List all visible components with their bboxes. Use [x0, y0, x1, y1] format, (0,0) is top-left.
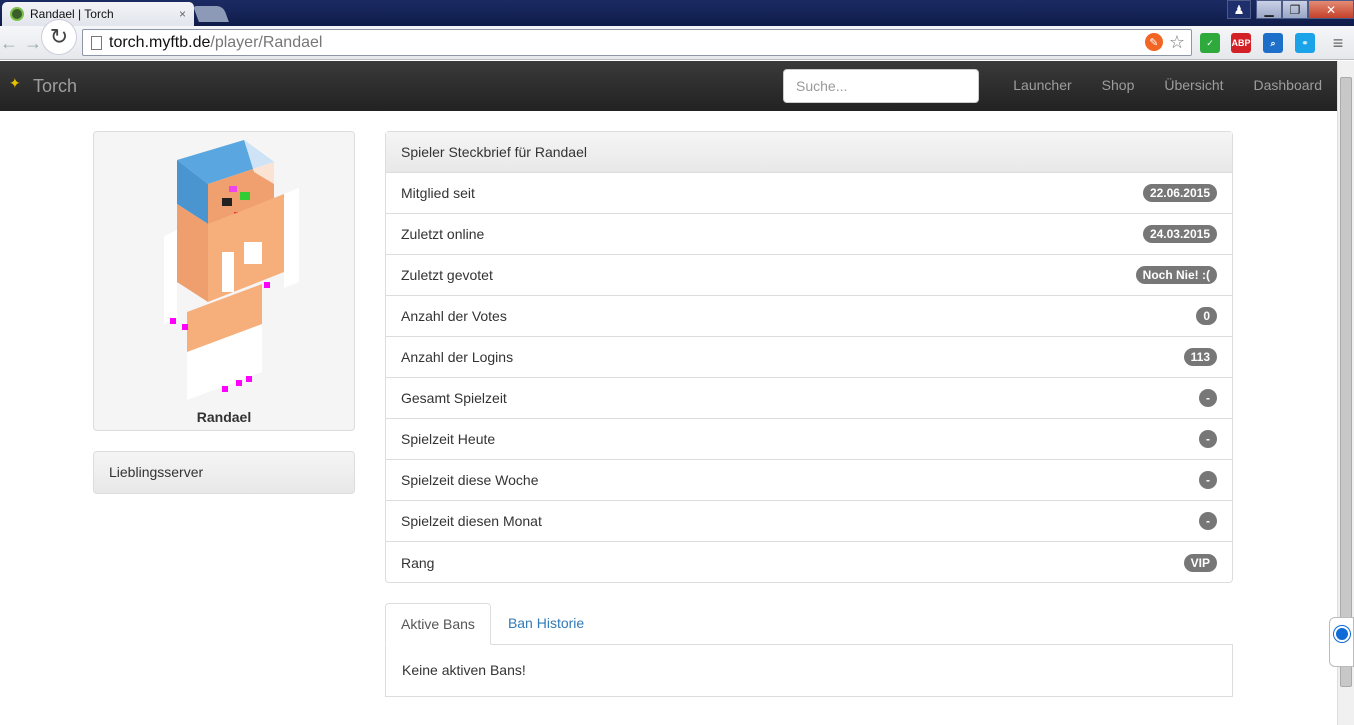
nav-link-dashboard[interactable]: Dashboard — [1254, 77, 1323, 93]
profile-row-label: Mitglied seit — [401, 185, 475, 201]
profile-row: Spielzeit diesen Monat - — [386, 501, 1232, 542]
maximize-button[interactable]: ❐ — [1282, 0, 1308, 19]
chrome-menu-icon[interactable]: ≡ — [1328, 33, 1348, 53]
profile-row: Spielzeit Heute - — [386, 419, 1232, 460]
profile-row-badge: Noch Nie! :( — [1135, 266, 1217, 284]
profile-row-badge: - — [1199, 512, 1217, 530]
teamviewer-icon — [1333, 626, 1350, 642]
profile-row-label: Spielzeit diese Woche — [401, 472, 539, 488]
search-extension-icon[interactable]: ⌕ — [1263, 33, 1283, 53]
tab-title: Randael | Torch — [30, 7, 114, 21]
profile-row: Anzahl der Votes 0 — [386, 296, 1232, 337]
search-input[interactable] — [783, 69, 979, 103]
minimize-button[interactable]: ▁ — [1256, 0, 1282, 19]
close-window-button[interactable]: ✕ — [1308, 0, 1354, 19]
player-skin-image — [164, 140, 299, 400]
profile-row-badge: - — [1199, 389, 1217, 407]
profile-row-label: Gesamt Spielzeit — [401, 390, 507, 406]
profile-row-label: Anzahl der Logins — [401, 349, 514, 365]
profile-row: Zuletzt online 24.03.2015 — [386, 214, 1232, 255]
site-navbar: ✦ Torch Launcher Shop Übersicht Dashboar… — [0, 61, 1337, 111]
player-profile-panel: Spieler Steckbrief für Randael Mitglied … — [385, 131, 1233, 583]
browser-tab[interactable]: Randael | Torch × — [2, 2, 194, 26]
page-action-icon[interactable]: ✎ — [1144, 33, 1163, 51]
teamviewer-widget[interactable] — [1329, 617, 1354, 667]
profile-row-label: Spielzeit diesen Monat — [401, 513, 542, 529]
brand-link[interactable]: Torch — [33, 76, 77, 97]
url-host: torch.myftb.de — [109, 33, 211, 51]
adblock-plus-icon[interactable]: ABP — [1231, 33, 1251, 53]
checkmark-extension-icon[interactable]: ✓ — [1200, 33, 1220, 53]
profile-row: Anzahl der Logins 113 — [386, 337, 1232, 378]
profile-row-badge: 0 — [1196, 307, 1217, 325]
profile-row-badge: 22.06.2015 — [1142, 184, 1217, 202]
player-name: Randael — [196, 409, 252, 425]
share-extension-icon[interactable]: ⚭ — [1295, 33, 1315, 53]
scrollbar-thumb[interactable] — [1340, 77, 1352, 687]
profile-row-badge: - — [1199, 430, 1217, 448]
tab-close-icon[interactable]: × — [179, 7, 186, 21]
bookmark-star-icon[interactable]: ☆ — [1169, 33, 1185, 51]
player-skin-card: Randael — [93, 131, 355, 431]
profile-row-label: Rang — [401, 554, 435, 571]
active-bans-content: Keine aktiven Bans! — [385, 645, 1233, 697]
site-favicon-icon — [10, 7, 24, 21]
torch-icon: ✦ — [9, 75, 21, 91]
new-tab-button[interactable] — [193, 6, 229, 22]
profile-row-badge: VIP — [1183, 553, 1217, 572]
profile-heading: Spieler Steckbrief für Randael — [386, 132, 1232, 173]
browser-titlebar: Randael | Torch × ♟ ▁ ❐ ✕ — [0, 0, 1354, 26]
forward-arrow-icon[interactable]: → — [24, 33, 42, 54]
profile-row: Zuletzt gevotet Noch Nie! :( — [386, 255, 1232, 296]
nav-link-shop[interactable]: Shop — [1102, 77, 1135, 93]
nav-link-launcher[interactable]: Launcher — [1013, 77, 1071, 93]
profile-row-label: Spielzeit Heute — [401, 431, 496, 447]
back-arrow-icon[interactable]: ← — [0, 33, 18, 54]
address-bar[interactable]: torch.myftb.de/player/Randael ✎ ☆ — [82, 29, 1192, 56]
profile-row-label: Zuletzt online — [401, 226, 485, 242]
tab-active-bans[interactable]: Aktive Bans — [385, 603, 491, 645]
favorite-server-panel: Lieblingsserver — [93, 451, 355, 494]
profile-row-badge: 113 — [1183, 348, 1217, 366]
profile-row: Rang VIP — [386, 542, 1232, 583]
profile-row: Mitglied seit 22.06.2015 — [386, 173, 1232, 214]
reload-icon[interactable]: ↻ — [42, 20, 76, 54]
profile-row-label: Zuletzt gevotet — [401, 267, 493, 283]
profile-row: Spielzeit diese Woche - — [386, 460, 1232, 501]
profile-row-badge: - — [1199, 471, 1217, 489]
nav-link-uebersicht[interactable]: Übersicht — [1164, 77, 1223, 93]
url-path: /player/Randael — [210, 33, 323, 51]
ban-tabs: Aktive Bans Ban Historie — [385, 603, 1233, 645]
page-icon — [91, 35, 102, 50]
nav-links: Launcher Shop Übersicht Dashboard — [1013, 77, 1322, 93]
profile-row-badge: 24.03.2015 — [1142, 225, 1217, 243]
profile-row-label: Anzahl der Votes — [401, 308, 507, 324]
tab-ban-history[interactable]: Ban Historie — [493, 603, 599, 645]
profile-row: Gesamt Spielzeit - — [386, 378, 1232, 419]
user-profile-icon[interactable]: ♟ — [1227, 0, 1251, 19]
